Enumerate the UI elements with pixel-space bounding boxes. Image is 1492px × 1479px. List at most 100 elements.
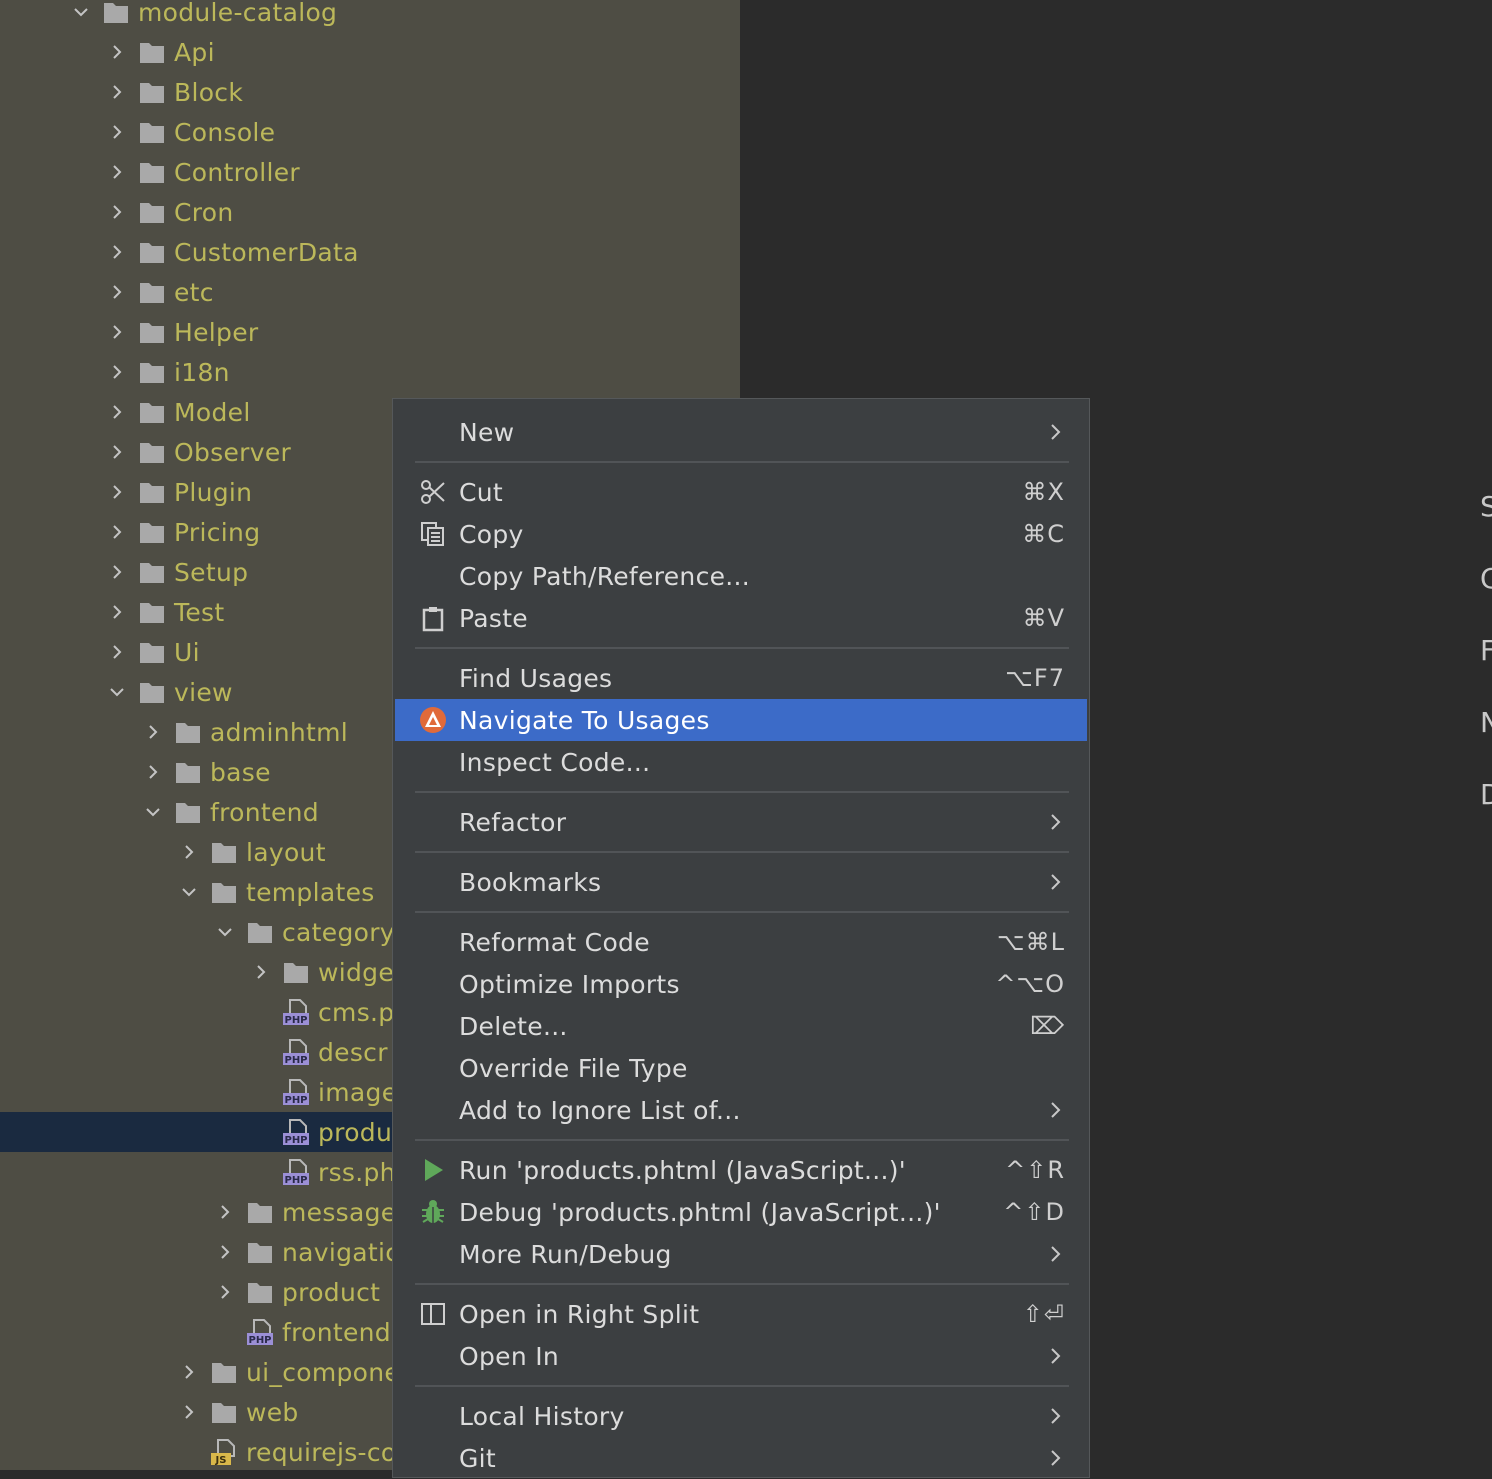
chevron-right-icon[interactable] (104, 152, 130, 192)
menu-item-label: Reformat Code (459, 927, 650, 957)
chevron-down-icon[interactable] (176, 872, 202, 912)
menu-item-label: Local History (459, 1401, 625, 1431)
chevron-down-icon[interactable] (104, 672, 130, 712)
run-icon (417, 1154, 449, 1186)
tree-row[interactable]: Helper (0, 312, 740, 352)
chevron-right-icon[interactable] (104, 112, 130, 152)
tree-item-label: navigatic (282, 1237, 400, 1267)
menu-item[interactable]: Refactor (395, 801, 1087, 843)
menu-item-shortcut: ⌥⌘L (996, 928, 1065, 956)
copy-icon (417, 518, 449, 550)
menu-item[interactable]: Reformat Code ⌥⌘L (395, 921, 1087, 963)
folder-icon (138, 152, 168, 192)
chevron-right-icon[interactable] (104, 632, 130, 672)
chevron-right-icon[interactable] (104, 512, 130, 552)
menu-item[interactable]: Paste ⌘V (395, 597, 1087, 639)
folder-icon (246, 1272, 276, 1312)
menu-item[interactable]: Find Usages ⌥F7 (395, 657, 1087, 699)
tree-item-label: descr (318, 1037, 388, 1067)
menu-separator (415, 1139, 1069, 1141)
menu-item[interactable]: Bookmarks (395, 861, 1087, 903)
chevron-right-icon[interactable] (104, 232, 130, 272)
submenu-arrow-icon (1045, 1448, 1065, 1468)
chevron-right-icon[interactable] (212, 1192, 238, 1232)
chevron-right-icon[interactable] (140, 752, 166, 792)
chevron-right-icon[interactable] (104, 312, 130, 352)
tree-item-label: category (282, 917, 395, 947)
menu-item-label: Paste (459, 603, 528, 633)
tree-row[interactable]: CustomerData (0, 232, 740, 272)
folder-icon (210, 832, 240, 872)
chevron-right-icon[interactable] (212, 1272, 238, 1312)
chevron-right-icon[interactable] (104, 432, 130, 472)
menu-item[interactable]: Open In (395, 1335, 1087, 1377)
tree-row[interactable]: Api (0, 32, 740, 72)
menu-item[interactable]: Add to Ignore List of... (395, 1089, 1087, 1131)
menu-item-shortcut: ^⇧R (1005, 1156, 1065, 1184)
chevron-right-icon[interactable] (140, 712, 166, 752)
tree-item-label: Controller (174, 157, 300, 187)
tree-item-label: frontend (210, 797, 319, 827)
chevron-right-icon[interactable] (104, 72, 130, 112)
chevron-right-icon[interactable] (104, 272, 130, 312)
menu-item[interactable]: Copy ⌘C (395, 513, 1087, 555)
navigate-icon (417, 704, 449, 736)
menu-separator (415, 1283, 1069, 1285)
chevron-right-icon[interactable] (104, 552, 130, 592)
chevron-right-icon[interactable] (176, 832, 202, 872)
folder-icon (138, 392, 168, 432)
chevron-right-icon[interactable] (212, 1232, 238, 1272)
menu-item[interactable]: Navigate To Usages (395, 699, 1087, 741)
chevron-right-icon[interactable] (104, 192, 130, 232)
tree-item-label: requirejs-co (246, 1437, 397, 1467)
tree-row[interactable]: Block (0, 72, 740, 112)
tree-row[interactable]: Cron (0, 192, 740, 232)
submenu-arrow-icon (1045, 1406, 1065, 1426)
tree-row[interactable]: module-catalog (0, 0, 740, 32)
menu-item[interactable]: More Run/Debug (395, 1233, 1087, 1275)
php-file-icon: PHP (282, 1112, 312, 1152)
menu-item[interactable]: Override File Type (395, 1047, 1087, 1089)
submenu-arrow-icon (1045, 422, 1065, 442)
folder-icon (138, 352, 168, 392)
menu-item-label: Delete... (459, 1011, 568, 1041)
chevron-right-icon[interactable] (104, 592, 130, 632)
menu-item[interactable]: Debug 'products.phtml (JavaScript...)' ^⇧… (395, 1191, 1087, 1233)
tree-row[interactable]: i18n (0, 352, 740, 392)
chevron-right-icon[interactable] (248, 952, 274, 992)
menu-item[interactable]: Run 'products.phtml (JavaScript...)' ^⇧R (395, 1149, 1087, 1191)
menu-item[interactable]: Local History (395, 1395, 1087, 1437)
folder-icon (138, 672, 168, 712)
chevron-right-icon[interactable] (176, 1352, 202, 1392)
menu-item-shortcut: ⌘C (1022, 520, 1065, 548)
tree-row[interactable]: Controller (0, 152, 740, 192)
menu-item[interactable]: Cut ⌘X (395, 471, 1087, 513)
chevron-down-icon[interactable] (68, 0, 94, 32)
chevron-down-icon[interactable] (140, 792, 166, 832)
tree-row[interactable]: Console (0, 112, 740, 152)
chevron-down-icon[interactable] (212, 912, 238, 952)
chevron-right-icon[interactable] (104, 32, 130, 72)
submenu-arrow-icon (1045, 812, 1065, 832)
menu-item[interactable]: Optimize Imports ^⌥O (395, 963, 1087, 1005)
menu-item[interactable]: Copy Path/Reference... (395, 555, 1087, 597)
tree-item-label: message (282, 1197, 397, 1227)
folder-icon (138, 432, 168, 472)
chevron-right-icon[interactable] (104, 472, 130, 512)
menu-item[interactable]: Inspect Code... (395, 741, 1087, 783)
menu-item[interactable]: New (395, 411, 1087, 453)
tree-item-label: Observer (174, 437, 292, 467)
menu-item[interactable]: Delete... ⌦ (395, 1005, 1087, 1047)
tree-row[interactable]: etc (0, 272, 740, 312)
folder-icon (138, 512, 168, 552)
right-edge-letter: D (1480, 778, 1492, 811)
chevron-right-icon[interactable] (104, 352, 130, 392)
tree-item-label: templates (246, 877, 375, 907)
chevron-right-icon[interactable] (104, 392, 130, 432)
chevron-right-icon[interactable] (176, 1392, 202, 1432)
folder-icon (138, 192, 168, 232)
menu-item[interactable]: Git (395, 1437, 1087, 1479)
menu-item[interactable]: Open in Right Split ⇧⏎ (395, 1293, 1087, 1335)
